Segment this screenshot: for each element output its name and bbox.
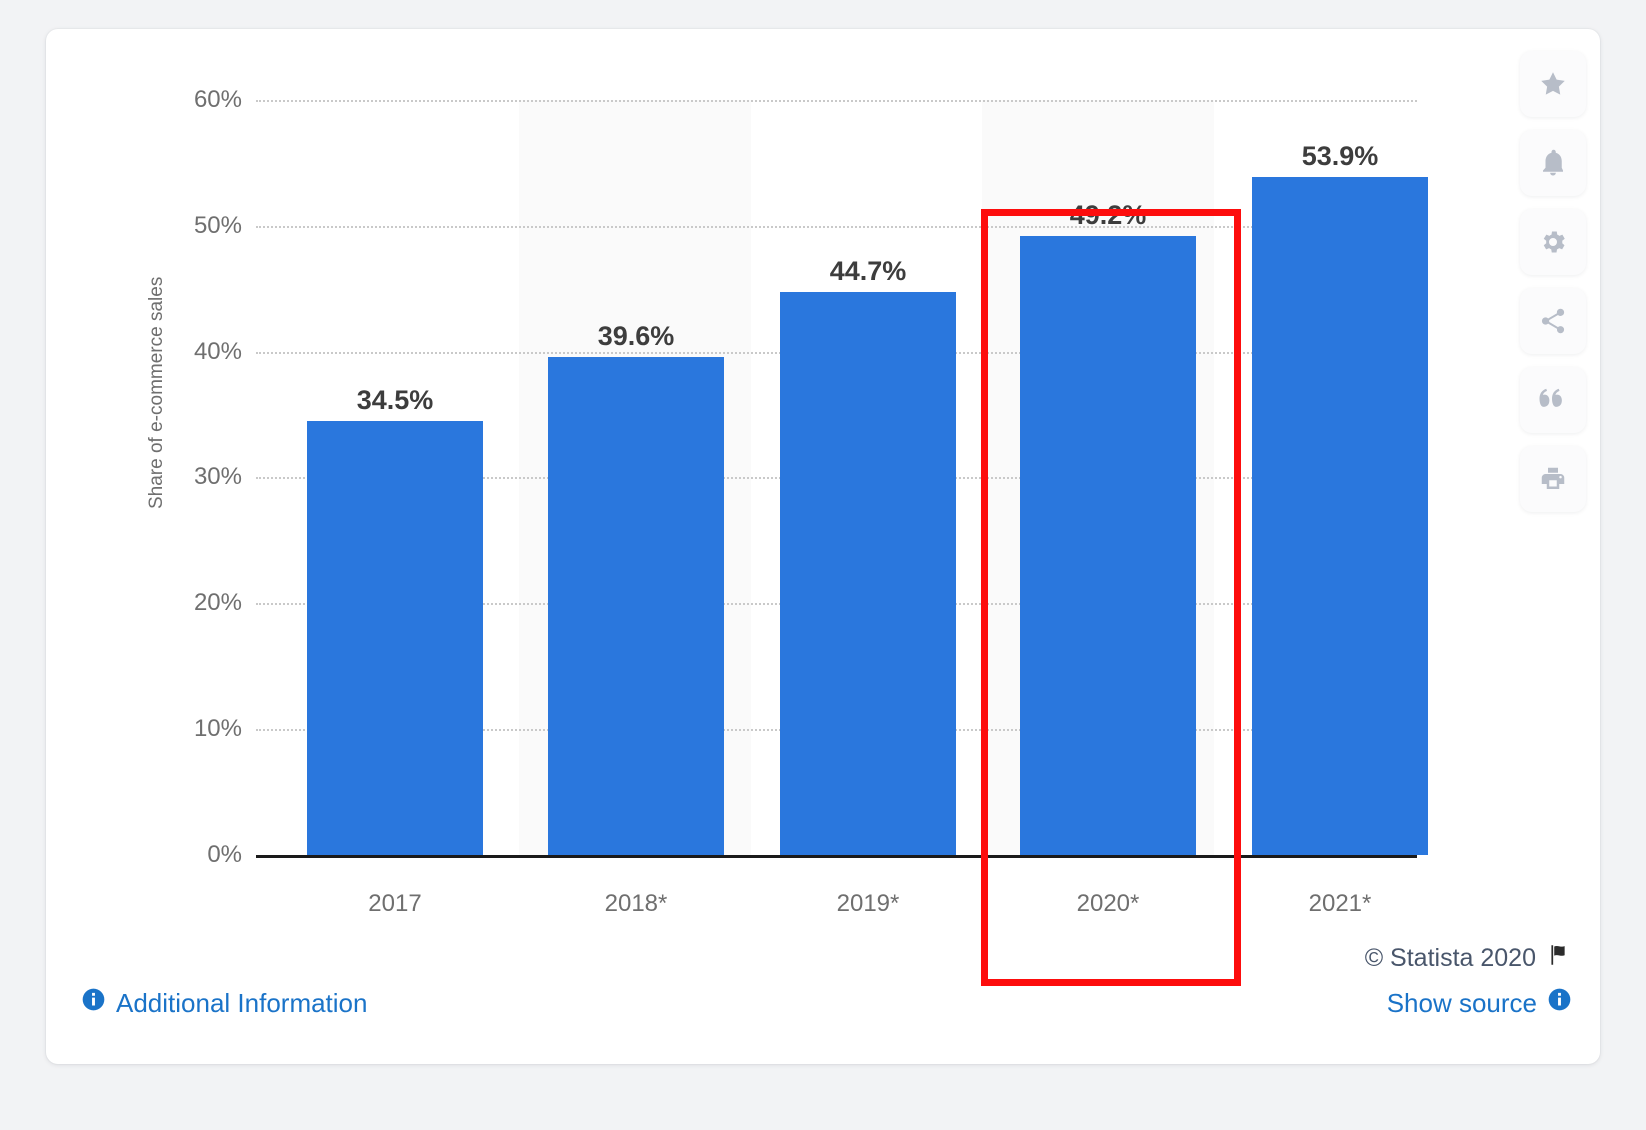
show-source-label: Show source bbox=[1386, 987, 1537, 1018]
bar-2021[interactable] bbox=[1252, 177, 1428, 855]
statistic-card: Share of e-commerce sales 60% 50% 40% 30… bbox=[46, 29, 1600, 1064]
bar-value-2020: 49.2% bbox=[1069, 200, 1147, 230]
bar-chart: Share of e-commerce sales 60% 50% 40% 30… bbox=[46, 29, 1600, 1064]
y-tick-10: 10% bbox=[193, 715, 242, 742]
copyright-text: © Statista 2020 bbox=[1364, 944, 1536, 972]
cite-button[interactable] bbox=[1520, 367, 1586, 433]
quote-icon bbox=[1538, 385, 1568, 415]
alert-button[interactable] bbox=[1520, 130, 1586, 196]
y-tick-40: 40% bbox=[193, 338, 242, 365]
bar-value-2019: 44.7% bbox=[829, 256, 907, 286]
x-tick-2019: 2019* bbox=[836, 890, 900, 917]
x-tick-2021: 2021* bbox=[1308, 890, 1372, 917]
settings-button[interactable] bbox=[1520, 209, 1586, 275]
star-icon bbox=[1538, 69, 1568, 99]
info-icon bbox=[1547, 987, 1572, 1019]
x-tick-2017: 2017 bbox=[368, 890, 422, 917]
y-tick-60: 60% bbox=[193, 86, 242, 113]
bar-value-2017: 34.5% bbox=[356, 385, 434, 415]
plot-area: 60% 50% 40% 30% 20% 10% 0% 34.5% 39.6% 4… bbox=[194, 86, 1428, 986]
y-tick-0: 0% bbox=[207, 841, 242, 868]
x-tick-2018: 2018* bbox=[604, 890, 668, 917]
x-tick-2020: 2020* bbox=[1076, 890, 1140, 917]
bar-2019[interactable] bbox=[780, 292, 956, 855]
share-icon bbox=[1538, 306, 1568, 336]
copyright: © Statista 2020 bbox=[1365, 942, 1572, 975]
gridline-60 bbox=[256, 100, 1417, 102]
chart-toolbar bbox=[1520, 51, 1586, 512]
bar-2018[interactable] bbox=[548, 357, 724, 855]
bar-2017[interactable] bbox=[307, 421, 483, 855]
gear-icon bbox=[1538, 227, 1568, 257]
share-button[interactable] bbox=[1520, 288, 1586, 354]
gridline-50 bbox=[256, 226, 1417, 228]
page-root: Share of e-commerce sales 60% 50% 40% 30… bbox=[0, 0, 1646, 1130]
y-tick-50: 50% bbox=[193, 212, 242, 239]
print-icon bbox=[1538, 464, 1568, 494]
print-button[interactable] bbox=[1520, 446, 1586, 512]
flag-icon bbox=[1546, 942, 1572, 975]
additional-information-label: Additional Information bbox=[116, 987, 368, 1018]
additional-information-link[interactable]: Additional Information bbox=[81, 987, 367, 1019]
favorite-button[interactable] bbox=[1520, 51, 1586, 117]
bar-2020[interactable] bbox=[1020, 236, 1196, 855]
bar-value-2018: 39.6% bbox=[597, 321, 675, 351]
x-axis-line bbox=[256, 855, 1417, 858]
info-icon bbox=[81, 987, 106, 1019]
show-source-link[interactable]: Show source bbox=[1387, 987, 1572, 1019]
bell-icon bbox=[1538, 148, 1568, 178]
y-tick-20: 20% bbox=[193, 589, 242, 616]
bar-value-2021: 53.9% bbox=[1301, 141, 1379, 171]
y-tick-30: 30% bbox=[193, 463, 242, 490]
